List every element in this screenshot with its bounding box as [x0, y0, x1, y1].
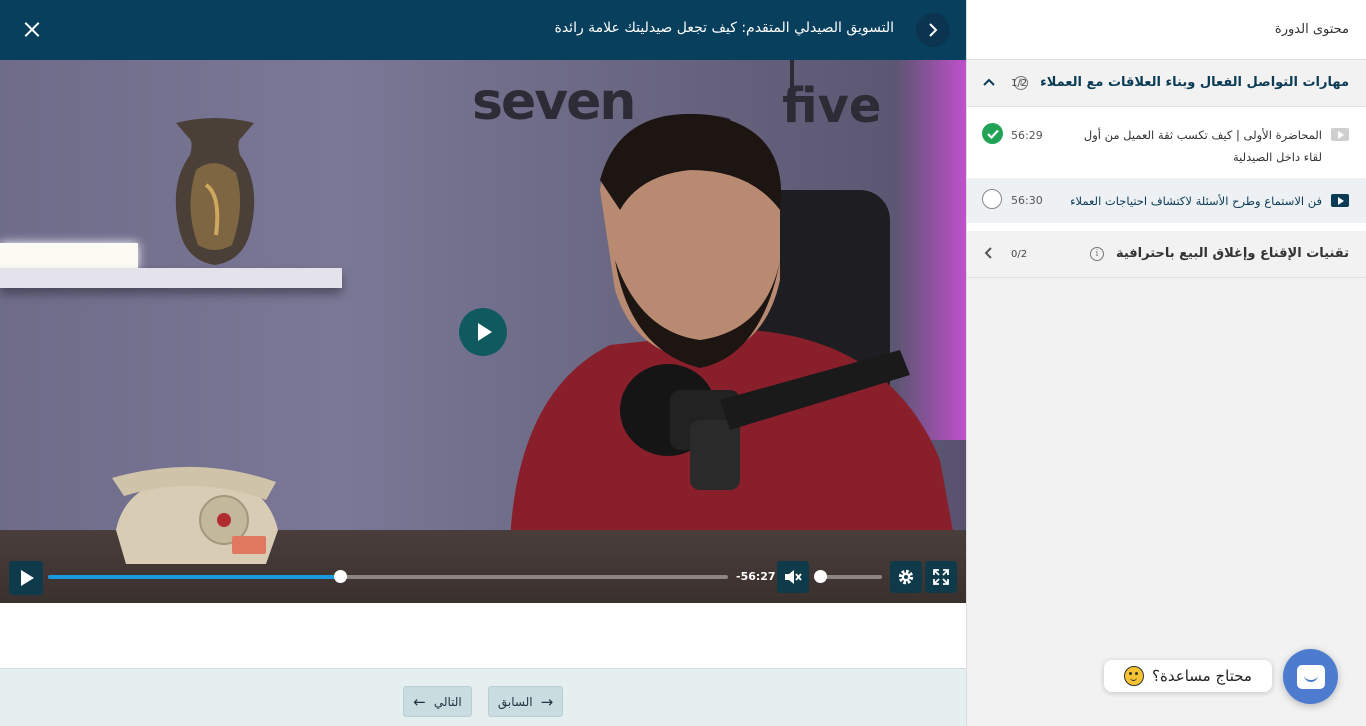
- previous-button[interactable]: → السابق: [488, 686, 563, 717]
- video-player[interactable]: seven 6 five: [0, 60, 966, 603]
- lesson-navigation: → السابق التالي ←: [0, 668, 966, 726]
- completed-check-icon[interactable]: [982, 123, 1003, 144]
- settings-button[interactable]: [890, 561, 922, 593]
- lesson-item-active[interactable]: فن الاستماع وطرح الأسئلة لاكتشاف احتياجا…: [967, 179, 1366, 231]
- info-icon[interactable]: i: [1089, 247, 1104, 261]
- close-icon[interactable]: [18, 16, 46, 44]
- mute-button[interactable]: [777, 561, 809, 593]
- chevron-left-icon[interactable]: [981, 245, 997, 261]
- video-controls: -56:27: [0, 560, 966, 603]
- progress-bar[interactable]: [48, 570, 728, 583]
- course-content-sidebar: محتوى الدورة مهارات التواصل الفعال وبناء…: [966, 0, 1366, 726]
- volume-handle[interactable]: [814, 570, 827, 583]
- volume-slider[interactable]: [814, 570, 882, 583]
- chevron-up-icon[interactable]: [981, 74, 997, 90]
- section-header[interactable]: مهارات التواصل الفعال وبناء العلاقات مع …: [967, 60, 1366, 107]
- player-panel: التسويق الصيدلي المتقدم: كيف تجعل صيدليت…: [0, 0, 966, 726]
- lesson-duration: 56:29: [1011, 129, 1043, 142]
- wall-shelf: [0, 268, 342, 288]
- next-label: التالي: [433, 694, 462, 709]
- player-topbar: التسويق الصيدلي المتقدم: كيف تجعل صيدليت…: [0, 0, 966, 60]
- big-play-button[interactable]: [459, 308, 507, 356]
- lesson-duration: 56:30: [1011, 194, 1043, 207]
- lesson-title: المحاضرة الأولى | كيف تكسب ثقة العميل من…: [1083, 128, 1322, 164]
- next-button[interactable]: التالي ←: [403, 686, 472, 717]
- section-title: تقنيات الإقناع وإغلاق البيع باحترافية: [1115, 246, 1349, 261]
- arrow-right-icon: →: [540, 692, 554, 711]
- vase-image: [175, 118, 255, 265]
- arrow-left-icon: ←: [413, 692, 426, 711]
- volume-muted-icon: [785, 570, 802, 584]
- section-progress: 0/2: [1011, 249, 1028, 260]
- help-text: محتاج مساعدة؟: [1152, 667, 1252, 685]
- lesson-item[interactable]: المحاضرة الأولى | كيف تكسب ثقة العميل من…: [967, 107, 1366, 179]
- help-bubble[interactable]: محتاج مساعدة؟: [1104, 660, 1272, 692]
- lesson-list: المحاضرة الأولى | كيف تكسب ثقة العميل من…: [967, 107, 1366, 231]
- fullscreen-icon: [933, 569, 949, 585]
- section-title: مهارات التواصل الفعال وبناء العلاقات مع …: [1040, 75, 1349, 90]
- previous-label: السابق: [497, 694, 533, 709]
- section-header[interactable]: تقنيات الإقناع وإغلاق البيع باحترافية i …: [967, 231, 1366, 278]
- gear-icon: [898, 569, 914, 585]
- section-progress: 1/2: [1011, 78, 1028, 89]
- chat-button[interactable]: [1283, 649, 1338, 704]
- video-icon: [1331, 194, 1349, 207]
- course-title: التسويق الصيدلي المتقدم: كيف تجعل صيدليت…: [554, 20, 894, 36]
- collapse-sidebar-button[interactable]: [916, 13, 950, 47]
- smiley-icon: [1124, 666, 1145, 686]
- video-icon: [1331, 128, 1349, 141]
- light-bar: [0, 243, 138, 269]
- time-remaining: -56:27: [736, 570, 776, 583]
- progress-handle[interactable]: [334, 570, 348, 583]
- fullscreen-button[interactable]: [925, 561, 957, 593]
- incomplete-circle-icon[interactable]: [982, 189, 1002, 209]
- presenter-image: [440, 113, 966, 603]
- sidebar-header: محتوى الدورة: [967, 0, 1366, 60]
- chevron-right-icon: [929, 23, 938, 37]
- lesson-title: فن الاستماع وطرح الأسئلة لاكتشاف احتياجا…: [1070, 194, 1322, 208]
- chat-icon: [1296, 664, 1325, 689]
- telephone-image: [112, 466, 278, 564]
- play-button[interactable]: [9, 561, 43, 595]
- progress-fill: [48, 575, 341, 579]
